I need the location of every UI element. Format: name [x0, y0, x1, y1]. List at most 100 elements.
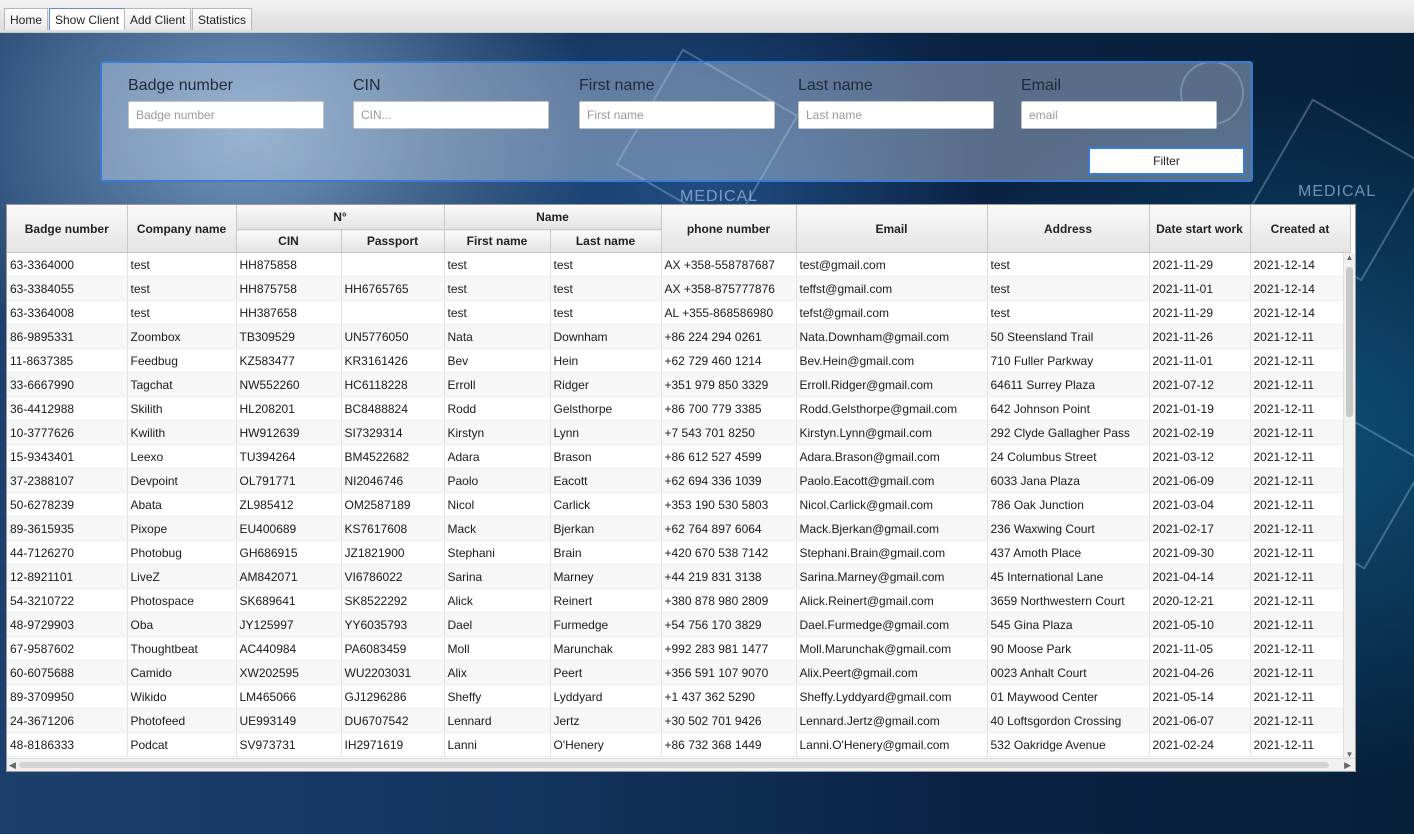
table-row[interactable]: 67-9587602 Thoughtbeat AC440984 PA6083459 Mo… [7, 636, 1351, 661]
table-row[interactable]: 63-3364000 test HH875858 test test AX +358-55… [7, 252, 1351, 277]
table-row[interactable]: 63-3364008 test HH387658 test test AL +355-86… [7, 300, 1351, 325]
col-header-company-name[interactable]: Company name [127, 205, 237, 253]
email-input[interactable] [1021, 101, 1217, 129]
cin-input[interactable] [353, 101, 549, 129]
cin-cell: ZL985412 [236, 492, 342, 517]
badge-number-cell: 24-3671206 [7, 708, 128, 733]
vertical-scroll-thumb[interactable] [1346, 267, 1353, 417]
horizontal-scrollbar[interactable]: ◀ ▶ [7, 758, 1355, 771]
scroll-up-icon[interactable]: ▲ [1344, 253, 1355, 262]
email-cell: Kirstyn.Lynn@gmail.com [796, 420, 988, 445]
first-name-cell: Adara [444, 444, 551, 469]
first-name-input[interactable] [579, 101, 775, 129]
table-row[interactable]: 11-8637385 Feedbug KZ583477 KR3161426 Bev Hei… [7, 348, 1351, 373]
company-name-cell: Skilith [127, 396, 237, 421]
address-cell: 64611 Surrey Plaza [987, 372, 1150, 397]
tab-add-client[interactable]: Add Client [124, 8, 192, 30]
created-at-cell: 2021-12-11 [1250, 684, 1351, 709]
filter-panel: Badge number CIN First name Last name Em… [100, 61, 1253, 182]
created-at-cell: 2021-12-11 [1250, 732, 1351, 757]
created-at-cell: 2021-12-11 [1250, 516, 1351, 541]
address-cell: 532 Oakridge Avenue [987, 732, 1150, 757]
scroll-right-icon[interactable]: ▶ [1344, 759, 1351, 771]
col-header-last-name[interactable]: Last name [550, 229, 662, 253]
date-start-work-cell: 2021-11-01 [1149, 276, 1251, 301]
badge-number-cell: 15-9343401 [7, 444, 128, 469]
table-row[interactable]: 36-4412988 Skilith HL208201 BC8488824 Rodd Ge… [7, 396, 1351, 421]
company-name-cell: Wikido [127, 684, 237, 709]
phone-number-cell: AL +355-868586980 [661, 300, 797, 325]
table-row[interactable]: 54-3210722 Photospace SK689641 SK8522292 Ali… [7, 588, 1351, 613]
table-row[interactable]: 86-9895331 Zoombox TB309529 UN5776050 Nata Do… [7, 324, 1351, 349]
date-start-work-cell: 2021-06-09 [1149, 468, 1251, 493]
badge-number-cell: 67-9587602 [7, 636, 128, 661]
date-start-work-cell: 2021-11-26 [1149, 324, 1251, 349]
col-header-address[interactable]: Address [987, 205, 1150, 253]
tab-home[interactable]: Home [4, 8, 49, 30]
table-row[interactable]: 48-8186333 Podcat SV973731 IH2971619 Lanni O'… [7, 732, 1351, 757]
badge-number-input[interactable] [128, 101, 324, 129]
table-row[interactable]: 89-3709950 Wikido LM465066 GJ1296286 Sheffy L… [7, 684, 1351, 709]
col-header-date-start-work[interactable]: Date start work [1149, 205, 1251, 253]
table-row[interactable]: 15-9343401 Leexo TU394264 BM4522682 Adara Bra… [7, 444, 1351, 469]
email-cell: Lennard.Jertz@gmail.com [796, 708, 988, 733]
email-cell: Sheffy.Lyddyard@gmail.com [796, 684, 988, 709]
first-name-cell: Nata [444, 324, 551, 349]
table-row[interactable]: 48-9729903 Oba JY125997 YY6035793 Dael Furmed… [7, 612, 1351, 637]
table-row[interactable]: 60-6075688 Camido XW202595 WU2203031 Alix Pee… [7, 660, 1351, 685]
date-start-work-cell: 2021-02-24 [1149, 732, 1251, 757]
table-row[interactable]: 12-8921101 LiveZ AM842071 VI6786022 Sarina Ma… [7, 564, 1351, 589]
last-name-cell: Brain [550, 540, 662, 565]
last-name-cell: Eacott [550, 468, 662, 493]
company-name-cell: Oba [127, 612, 237, 637]
company-name-cell: test [127, 252, 237, 277]
col-header-email[interactable]: Email [796, 205, 988, 253]
col-header-created-at[interactable]: Created at [1250, 205, 1351, 253]
col-header-first-name[interactable]: First name [444, 229, 551, 253]
created-at-cell: 2021-12-14 [1250, 300, 1351, 325]
col-header-phone-number[interactable]: phone number [661, 205, 797, 253]
date-start-work-cell: 2021-02-17 [1149, 516, 1251, 541]
filter-button[interactable]: Filter [1088, 147, 1245, 175]
passport-cell: NI2046746 [341, 468, 445, 493]
passport-cell: BC8488824 [341, 396, 445, 421]
vertical-scrollbar[interactable]: ▲ ▼ [1343, 253, 1355, 759]
phone-number-cell: +86 224 294 0261 [661, 324, 797, 349]
cin-cell: LM465066 [236, 684, 342, 709]
table-row[interactable]: 89-3615935 Pixope EU400689 KS7617608 Mack Bje… [7, 516, 1351, 541]
horizontal-scroll-thumb[interactable] [19, 762, 1329, 768]
table-row[interactable]: 10-3777626 Kwilith HW912639 SI7329314 Kirsty… [7, 420, 1351, 445]
col-header-badge-number[interactable]: Badge number [7, 205, 128, 253]
table-row[interactable]: 33-6667990 Tagchat NW552260 HC6118228 Erroll… [7, 372, 1351, 397]
passport-cell: IH2971619 [341, 732, 445, 757]
scroll-left-icon[interactable]: ◀ [9, 759, 16, 771]
address-cell: 786 Oak Junction [987, 492, 1150, 517]
col-header-passport[interactable]: Passport [341, 229, 445, 253]
table-row[interactable]: 63-3384055 test HH875758 HH6765765 test test A… [7, 276, 1351, 301]
table-row[interactable]: 24-3671206 Photofeed UE993149 DU6707542 Lenn… [7, 708, 1351, 733]
table-row[interactable]: 44-7126270 Photobug GH686915 JZ1821900 Steph… [7, 540, 1351, 565]
tab-statistics[interactable]: Statistics [192, 8, 253, 30]
company-name-cell: test [127, 300, 237, 325]
table-row[interactable]: 37-2388107 Devpoint OL791771 NI2046746 Paolo… [7, 468, 1351, 493]
first-name-cell: Nicol [444, 492, 551, 517]
cin-cell: GH686915 [236, 540, 342, 565]
col-header-cin[interactable]: CIN [236, 229, 342, 253]
badge-number-cell: 11-8637385 [7, 348, 128, 373]
first-name-cell: Sarina [444, 564, 551, 589]
last-name-cell: Carlick [550, 492, 662, 517]
last-name-cell: Gelsthorpe [550, 396, 662, 421]
email-cell: Paolo.Eacott@gmail.com [796, 468, 988, 493]
phone-number-cell: +7 543 701 8250 [661, 420, 797, 445]
first-name-cell: Paolo [444, 468, 551, 493]
passport-cell: KS7617608 [341, 516, 445, 541]
first-name-cell: Erroll [444, 372, 551, 397]
first-name-filter: First name [579, 77, 775, 129]
table-row[interactable]: 50-6278239 Abata ZL985412 OM2587189 Nicol Car… [7, 492, 1351, 517]
created-at-cell: 2021-12-11 [1250, 612, 1351, 637]
tab-show-client[interactable]: Show Client [49, 8, 126, 30]
last-name-label: Last name [798, 77, 873, 94]
address-cell: test [987, 300, 1150, 325]
address-cell: 50 Steensland Trail [987, 324, 1150, 349]
last-name-input[interactable] [798, 101, 994, 129]
